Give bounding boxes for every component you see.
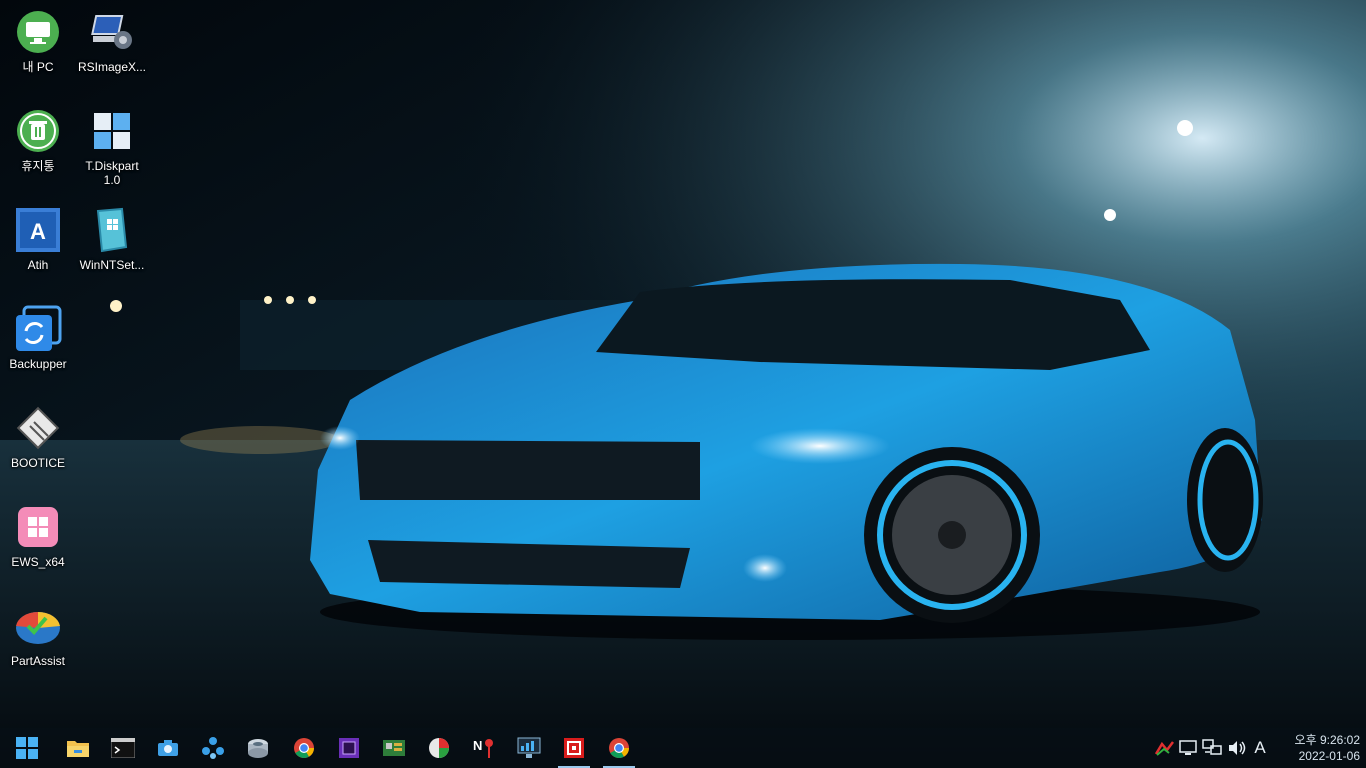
diskpart-icon [88,107,136,155]
taskbar-chrome[interactable] [286,732,322,764]
camera-icon [158,740,178,756]
tray-ime-indicator[interactable]: A [1250,738,1270,758]
desktop-icon-bootice[interactable]: BOOTICE [0,396,76,488]
disk-tool-icon [248,739,268,758]
bootice-icon [14,404,62,452]
tray-colorful-icon [1155,741,1174,756]
ews-icon [14,503,62,551]
winntsetup-icon [88,206,136,254]
start-icon [16,737,38,759]
acronis-icon: A [14,206,62,254]
desktop-icon-label: T.Diskpart 1.0 [85,159,139,187]
partassist-icon [14,602,62,650]
desktop-wallpaper [0,0,1366,768]
desktop-icon-backupper[interactable]: Backupper [0,297,76,389]
svg-text:N: N [473,738,482,753]
chrome-icon [609,738,629,758]
chrome-icon [294,738,314,758]
rsimagex-icon [88,8,136,56]
desktop-icon-label: Atih [27,258,49,272]
desktop-icon-label: WinNTSet... [79,258,145,272]
desktop-icon-label: RSImageX... [77,60,147,74]
taskbar-clock[interactable]: 오후 9:26:02 2022-01-06 [1276,732,1360,764]
desktop-icon-label: PartAssist [10,654,65,668]
board-icon [383,740,405,756]
desktop-icon-rsimagex[interactable]: RSImageX... [74,0,150,92]
desktop-icon-recycle-bin[interactable]: 휴지통 [0,99,76,191]
desktop-icon-this-pc[interactable]: 내 PC [0,0,76,92]
taskbar-chrome-2[interactable] [601,732,637,768]
taskbar-nt-pass[interactable]: N [466,732,502,764]
this-pc-icon [14,8,62,56]
display-icon [1179,740,1197,755]
desktop-icon-partassist[interactable]: PartAssist [0,594,76,686]
taskbar-disk-tool[interactable] [240,732,276,764]
clock-time: 오후 9:26:02 [1294,733,1360,747]
network-icon [1202,739,1222,755]
taskbar-network-tool[interactable] [195,732,231,764]
network-tool-icon [202,737,224,759]
tray-network-icon[interactable] [1202,738,1222,758]
recycle-bin-icon [14,107,62,155]
taskbar-cpu-tool[interactable] [331,732,367,764]
file-explorer-icon [67,741,89,757]
desktop-icon-winntsetup[interactable]: WinNTSet... [74,198,150,290]
pie-chart-tool-icon [429,738,449,758]
desktop-icon-label: 내 PC [22,60,54,74]
taskbar-red-app[interactable] [556,732,592,768]
taskbar-monitor-tool[interactable] [511,732,547,764]
cpu-icon [339,738,359,758]
taskbar-board-tool[interactable] [376,732,412,764]
tray-app-icon[interactable] [1155,738,1175,758]
nt-pass-icon: N [473,738,493,758]
desktop-icon-tdiskpart[interactable]: T.Diskpart 1.0 [74,99,150,191]
taskbar-terminal[interactable] [105,732,141,764]
start-button[interactable] [9,732,45,764]
terminal-icon [111,738,135,758]
svg-text:A: A [30,219,46,244]
tray-volume-icon[interactable] [1227,738,1247,758]
taskbar: N A 오후 9:26:02 2022-01-06 [0,728,1366,768]
desktop-icon-ews[interactable]: EWS_x64 [0,495,76,587]
desktop-icon-label: 휴지통 [21,159,55,173]
desktop-icon-label: BOOTICE [10,456,65,470]
tray-display-icon[interactable] [1178,738,1198,758]
backupper-icon [14,305,62,353]
clock-date: 2022-01-06 [1298,749,1360,763]
volume-icon [1229,741,1246,755]
taskbar-pie-tool[interactable] [421,732,457,764]
desktop-icon-label: Backupper [9,357,67,371]
desktop-icon-label: EWS_x64 [11,555,65,569]
taskbar-camera[interactable] [150,732,186,764]
ime-label: A [1254,738,1266,757]
taskbar-file-explorer[interactable] [60,732,96,764]
red-app-icon [564,738,584,758]
monitor-tool-icon [517,737,541,758]
desktop-icon-atih[interactable]: A Atih [0,198,76,290]
